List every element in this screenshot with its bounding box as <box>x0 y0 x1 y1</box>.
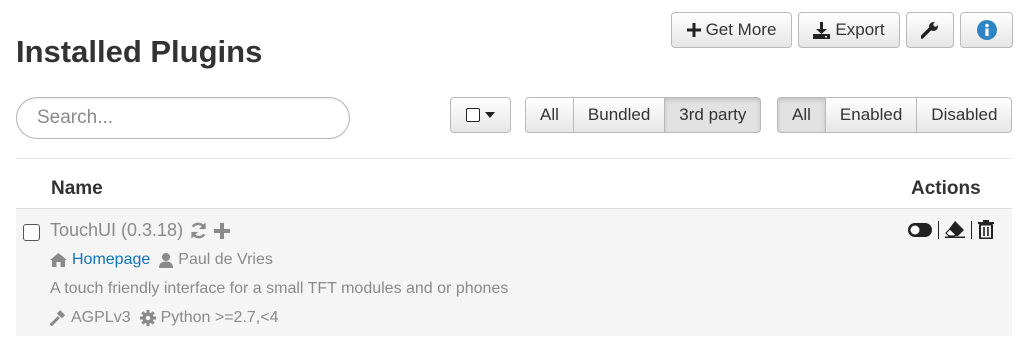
search-input[interactable] <box>16 97 350 139</box>
plugin-description: A touch friendly interface for a small T… <box>50 280 509 297</box>
author-name: Paul de Vries <box>178 251 273 268</box>
homepage-link[interactable]: Homepage <box>72 251 150 269</box>
gear-icon <box>139 310 156 326</box>
column-header-name[interactable]: Name <box>51 178 103 200</box>
filter-3rd-party[interactable]: 3rd party <box>664 97 762 133</box>
refresh-icon[interactable] <box>189 221 208 240</box>
plus-icon <box>686 23 701 37</box>
download-icon <box>813 21 831 39</box>
filter-all-source[interactable]: All <box>525 97 574 133</box>
caret-down-icon <box>485 112 495 118</box>
wrench-icon <box>921 22 938 39</box>
get-more-button[interactable]: Get More <box>671 12 792 48</box>
plugin-title: TouchUI (0.3.18) <box>50 220 231 241</box>
license-label: AGPLv3 <box>71 309 131 326</box>
checkbox-icon <box>466 108 480 122</box>
python-requirement: Python >=2.7,<4 <box>160 309 279 326</box>
filter-disabled[interactable]: Disabled <box>916 97 1013 133</box>
column-header-actions: Actions <box>911 178 981 199</box>
row-checkbox[interactable] <box>23 224 40 241</box>
state-filter-group: All Enabled Disabled <box>777 97 1013 133</box>
gavel-icon <box>50 310 66 326</box>
toggle-icon[interactable] <box>908 222 932 237</box>
filter-all-state[interactable]: All <box>777 97 826 133</box>
info-icon <box>976 20 997 40</box>
user-icon <box>159 252 174 268</box>
divider <box>16 158 1012 159</box>
row-actions <box>908 220 994 239</box>
info-button[interactable] <box>960 12 1013 48</box>
home-icon <box>50 253 67 267</box>
action-separator <box>938 220 939 239</box>
source-filter-group: All Bundled 3rd party <box>525 97 762 133</box>
plugin-meta: AGPLv3 Python >=2.7,<4 <box>50 309 278 327</box>
plus-icon[interactable] <box>214 222 231 239</box>
export-label: Export <box>835 20 885 39</box>
bulk-select-dropdown[interactable] <box>450 97 511 133</box>
filter-bundled[interactable]: Bundled <box>572 97 666 133</box>
plugin-links: Homepage Paul de Vries <box>50 251 273 269</box>
page-title: Installed Plugins <box>16 34 263 69</box>
export-button[interactable]: Export <box>798 12 900 48</box>
get-more-label: Get More <box>705 20 777 39</box>
plugin-name: TouchUI (0.3.18) <box>50 220 184 240</box>
settings-button[interactable] <box>906 12 954 48</box>
eraser-icon[interactable] <box>945 221 965 238</box>
action-separator <box>971 220 972 239</box>
filter-enabled[interactable]: Enabled <box>824 97 918 133</box>
table-row: TouchUI (0.3.18) Homepage Paul de Vries … <box>16 208 1012 336</box>
trash-icon[interactable] <box>978 220 994 239</box>
